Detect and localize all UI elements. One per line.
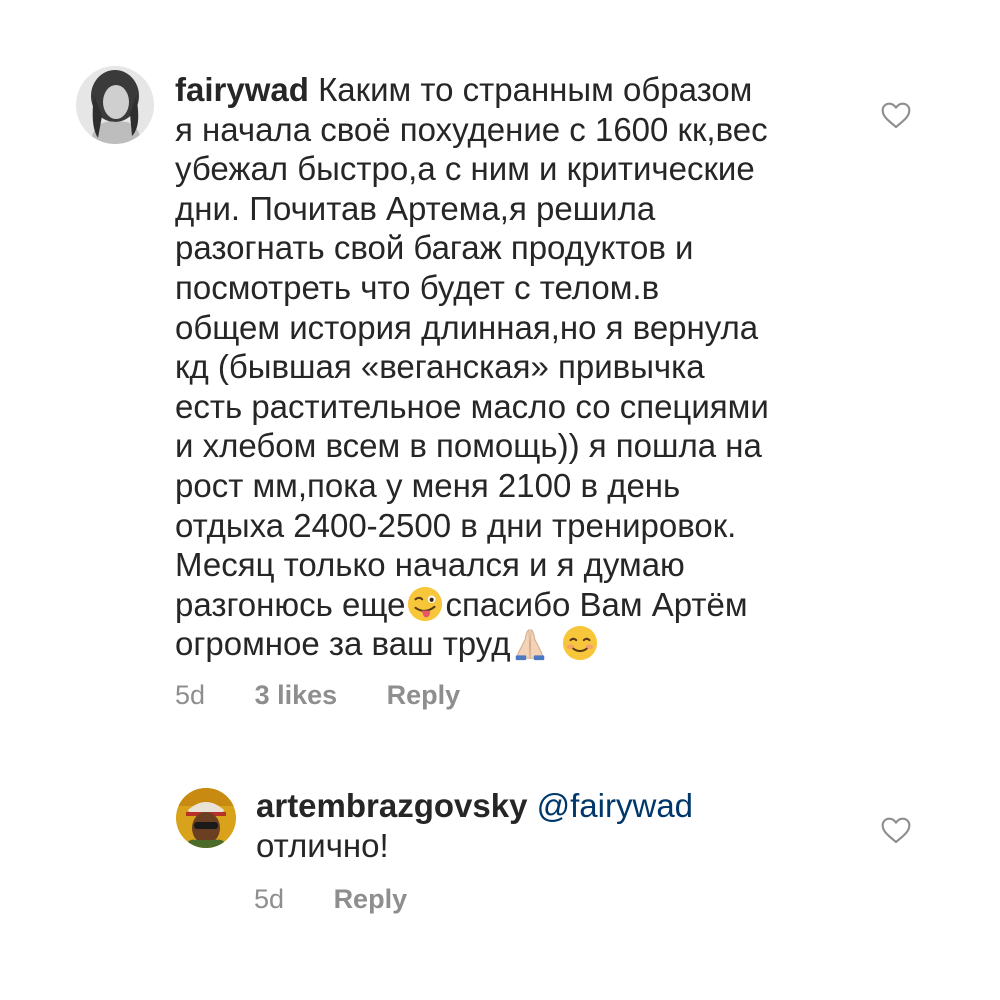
comment-text: artembrazgovsky @fairywad отлично!: [256, 786, 856, 865]
avatar-photo: [176, 788, 236, 848]
winking-face-with-tongue-icon: [408, 586, 443, 621]
comment-line: огромное за ваш труд: [175, 625, 511, 663]
comment-line: посмотреть что будет с телом.в: [175, 268, 660, 306]
like-heart-icon[interactable]: [880, 815, 912, 845]
comment-time: 5d: [175, 680, 206, 710]
comment-line: Месяц только начался и я думаю: [175, 546, 685, 584]
comment-line: разогнать свой багаж продуктов и: [175, 229, 694, 267]
like-heart-icon[interactable]: [880, 100, 912, 130]
avatar-photo: [76, 66, 154, 144]
comment-username[interactable]: artembrazgovsky: [256, 787, 527, 824]
comment-line: Каким то странным образом: [318, 71, 753, 108]
comment-line: рост мм,пока у меня 2100 в день: [175, 466, 681, 504]
mention-link[interactable]: @fairywad: [537, 787, 693, 824]
comment-line: разгонюсь еще: [175, 585, 406, 623]
smiling-face-icon: [562, 626, 597, 661]
comment-username[interactable]: fairywad: [175, 71, 309, 108]
comment-time: 5d: [254, 884, 285, 914]
comment-line: есть растительное масло со специями: [175, 387, 769, 425]
comment-text: fairywad Каким то странным образом я нач…: [175, 70, 825, 664]
comment-line: кд (бывшая «веганская» привычка: [175, 348, 705, 386]
comment-meta: 5d Reply: [254, 884, 407, 915]
comment-line: отдыха 2400-2500 в дни тренировок.: [175, 506, 737, 544]
comment-line: дни. Почитав Артема,я решила: [175, 189, 656, 227]
avatar[interactable]: [76, 66, 154, 144]
comment-line: отлично!: [256, 826, 389, 864]
reply-button[interactable]: Reply: [387, 680, 461, 711]
folded-hands-icon: [516, 629, 545, 661]
comment-meta: 5d 3 likes Reply: [175, 680, 460, 711]
avatar[interactable]: [176, 788, 236, 848]
comment-line: я начала своё похудение с 1600 кк,вес: [175, 110, 768, 148]
reply-button[interactable]: Reply: [334, 884, 408, 915]
comment-line: убежал быстро,а с ним и критические: [175, 150, 755, 188]
comment-line: спасибо Вам Артём: [445, 585, 748, 623]
comment-line: общем история длинная,но я вернула: [175, 308, 759, 346]
comment-line: и хлебом всем в помощь)) я пошла на: [175, 427, 762, 465]
likes-count-link[interactable]: 3 likes: [255, 680, 338, 711]
